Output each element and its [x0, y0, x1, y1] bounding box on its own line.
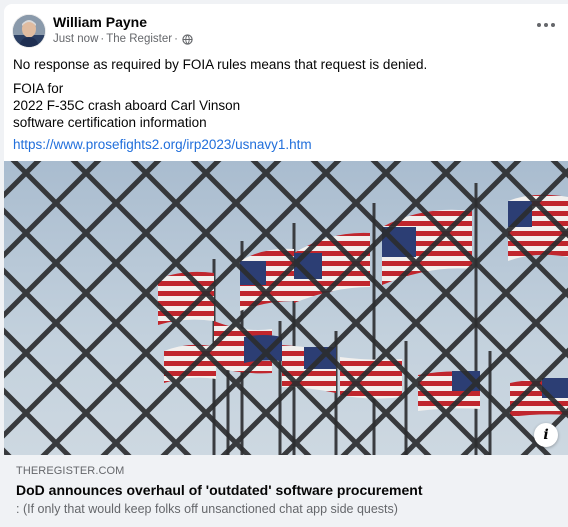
- post-meta: Just now · The Register ·: [53, 33, 193, 45]
- globe-icon[interactable]: [182, 33, 193, 45]
- more-options-icon[interactable]: [536, 18, 556, 32]
- meta-separator: ·: [100, 33, 105, 45]
- meta-separator: ·: [174, 33, 178, 45]
- link-preview[interactable]: THEREGISTER.COM DoD announces overhaul o…: [4, 455, 568, 527]
- preview-domain: THEREGISTER.COM: [16, 465, 125, 477]
- post-time[interactable]: Just now: [53, 33, 98, 45]
- post-text-line: 2022 F-35C crash aboard Carl Vinson: [13, 98, 241, 113]
- post-text-line: No response as required by FOIA rules me…: [13, 57, 428, 72]
- avatar-image: [13, 15, 45, 47]
- post-card: William Payne Just now · The Register · …: [4, 4, 568, 527]
- preview-description: : (If only that would keep folks off uns…: [16, 502, 398, 516]
- post-text-line: FOIA for: [13, 81, 64, 96]
- avatar[interactable]: [12, 14, 46, 48]
- group-name[interactable]: The Register: [106, 33, 172, 45]
- info-icon[interactable]: i: [534, 423, 558, 447]
- preview-headline[interactable]: DoD announces overhaul of 'outdated' sof…: [16, 482, 423, 498]
- author-name[interactable]: William Payne: [53, 14, 147, 30]
- link-preview-image[interactable]: i: [4, 161, 568, 455]
- post-text-line: software certification information: [13, 115, 207, 130]
- post-link[interactable]: https://www.prosefights2.org/irp2023/usn…: [13, 136, 312, 153]
